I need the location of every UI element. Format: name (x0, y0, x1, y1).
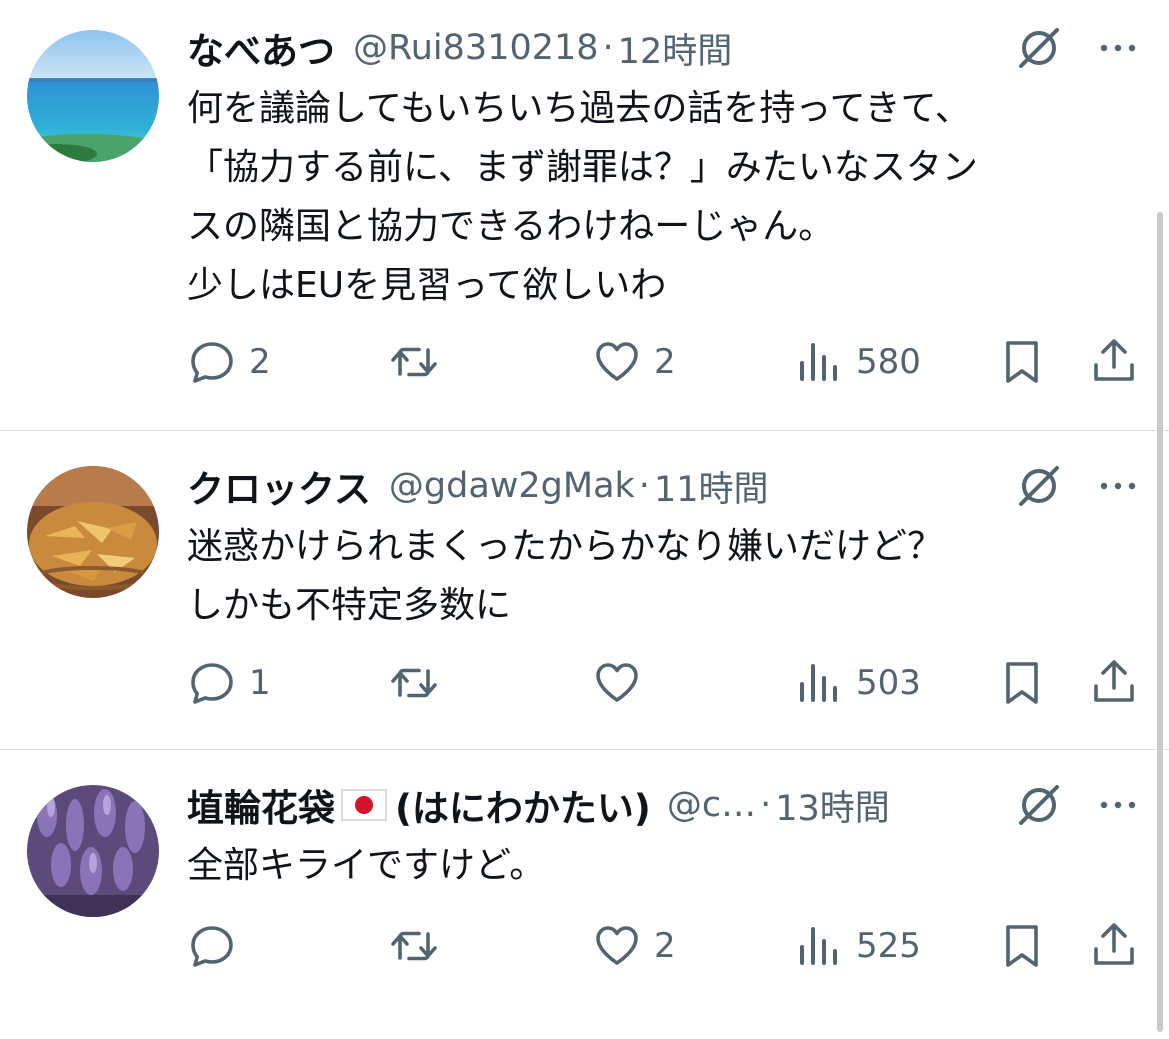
retweet-icon (391, 931, 437, 961)
heart-icon (596, 342, 638, 381)
bookmark-button[interactable] (997, 655, 1047, 711)
share-button[interactable] (1089, 918, 1139, 974)
wisteria-photo (27, 785, 159, 917)
reply-button[interactable]: 2 (187, 334, 271, 390)
like-count: 2 (654, 342, 676, 382)
share-icon (1094, 660, 1134, 702)
timestamp[interactable]: 12時間 (618, 23, 733, 74)
heart-icon (596, 663, 638, 702)
user-handle[interactable]: @gdaw2gMak (389, 466, 635, 506)
share-button[interactable] (1089, 655, 1139, 711)
like-count: 2 (654, 926, 676, 966)
display-name[interactable]: なべあつ (187, 21, 335, 75)
share-icon (1094, 339, 1134, 381)
timestamp[interactable]: 11時間 (654, 461, 769, 512)
share-icon (1094, 923, 1134, 965)
tweet-actions: 1 503 (187, 655, 1147, 711)
japan-flag-icon (341, 789, 387, 821)
like-button[interactable]: 2 (592, 334, 676, 390)
user-handle[interactable]: @Rui8310218 (353, 28, 599, 68)
retweet-icon (391, 668, 437, 698)
views-button[interactable]: 525 (794, 918, 921, 974)
display-name[interactable]: クロックス (187, 459, 371, 513)
views-icon (800, 343, 837, 381)
bookmark-icon (1006, 925, 1038, 967)
tweet-text: 何を議論してもいちいち過去の話を持ってきて、 「協力する前に、まず謝罪は？」みた… (187, 88, 978, 306)
separator-dot: · (602, 28, 614, 68)
views-icon (800, 664, 837, 702)
grok-icon[interactable] (1015, 24, 1063, 72)
bookmark-icon (1006, 662, 1038, 704)
grok-icon[interactable] (1015, 462, 1063, 510)
reply-button[interactable] (187, 918, 249, 974)
retweet-button[interactable] (389, 655, 451, 711)
retweet-icon (391, 347, 437, 377)
more-icon[interactable] (1094, 781, 1142, 829)
avatar[interactable] (27, 466, 159, 598)
avatar[interactable] (27, 785, 159, 917)
views-button[interactable]: 503 (794, 655, 921, 711)
more-icon[interactable] (1094, 24, 1142, 72)
reply-icon (191, 926, 233, 967)
views-icon (800, 927, 837, 965)
reply-count: 1 (249, 663, 271, 703)
tweet[interactable]: クロックス @gdaw2gMak · 11時間 迷惑かけられまくったからかなり嫌… (0, 431, 1169, 749)
tweet-actions: 2 2 580 (187, 334, 1147, 390)
bookmark-button[interactable] (997, 334, 1047, 390)
like-button[interactable] (592, 655, 654, 711)
more-icon[interactable] (1094, 462, 1142, 510)
retweet-button[interactable] (389, 334, 451, 390)
display-name[interactable]: 埴輪花袋 (187, 778, 335, 832)
timestamp[interactable]: 13時間 (775, 780, 890, 831)
reply-button[interactable]: 1 (187, 655, 271, 711)
like-button[interactable]: 2 (592, 918, 676, 974)
tweet-text: 全部キライですけど。 (187, 845, 546, 886)
chips-photo (27, 466, 159, 598)
view-count: 503 (856, 663, 921, 703)
user-handle[interactable]: @c… (667, 785, 756, 825)
tweet[interactable]: 埴輪花袋 (はにわかたい) @c… · 13時間 全部キライですけど。 2 52… (0, 750, 1169, 1039)
tweet-text: 迷惑かけられまくったからかなり嫌いだけど？ しかも不特定多数に (187, 526, 944, 626)
timeline-feed: なべあつ @Rui8310218 · 12時間 何を議論してもいちいち過去の話を… (0, 0, 1169, 1039)
display-name-suffix[interactable]: (はにわかたい) (395, 778, 651, 832)
grok-icon[interactable] (1015, 781, 1063, 829)
heart-icon (596, 926, 638, 965)
tweet-actions: 2 525 (187, 918, 1147, 974)
retweet-button[interactable] (389, 918, 451, 974)
reply-count: 2 (249, 342, 271, 382)
share-button[interactable] (1089, 334, 1139, 390)
reply-icon (191, 663, 233, 704)
separator-dot: · (638, 466, 650, 506)
reply-icon (191, 342, 233, 383)
views-button[interactable]: 580 (794, 334, 921, 390)
bookmark-button[interactable] (997, 918, 1047, 974)
scrollbar[interactable] (1157, 212, 1163, 1032)
avatar[interactable] (27, 30, 159, 162)
view-count: 580 (856, 342, 921, 382)
ocean-photo (27, 30, 159, 162)
bookmark-icon (1006, 341, 1038, 383)
separator-dot: · (760, 785, 772, 825)
tweet[interactable]: なべあつ @Rui8310218 · 12時間 何を議論してもいちいち過去の話を… (0, 0, 1169, 430)
view-count: 525 (856, 926, 921, 966)
